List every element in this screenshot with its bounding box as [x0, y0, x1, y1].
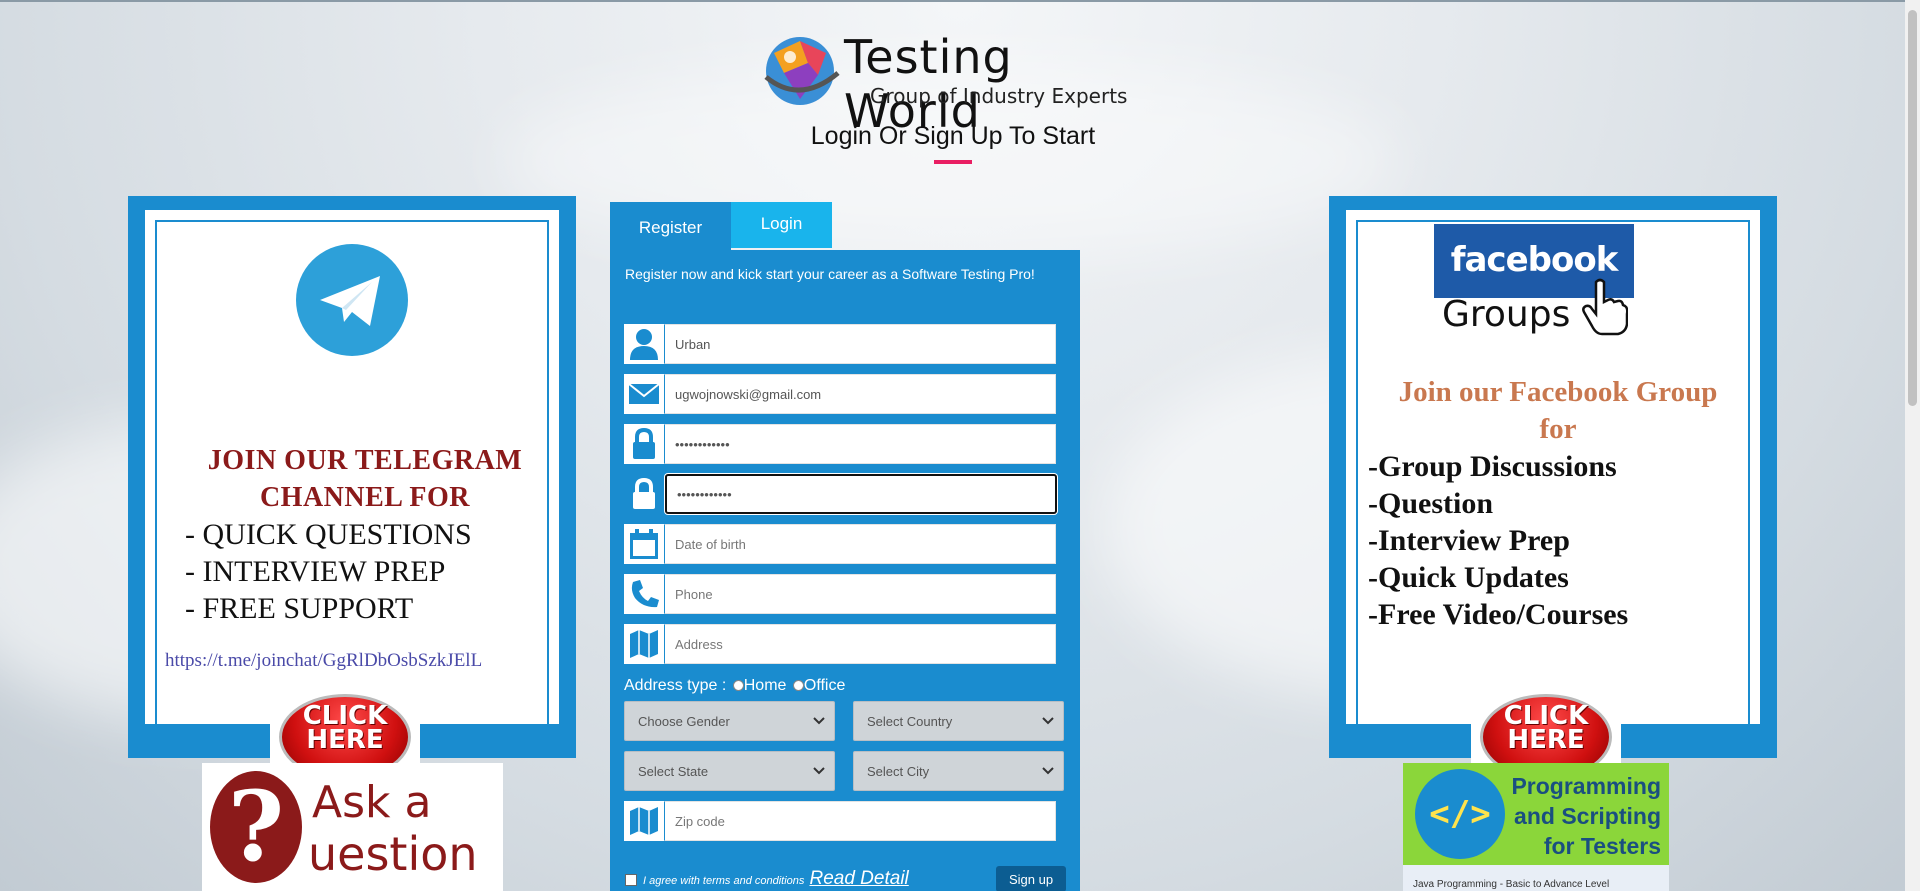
zip-field[interactable]: [664, 801, 1056, 841]
facebook-wordmark: facebook: [1450, 240, 1619, 280]
programming-bottom-text: Java Programming - Basic to Advance Leve…: [1403, 865, 1669, 891]
phone-field[interactable]: [664, 574, 1056, 614]
terms-row: I agree with terms and conditions Read D…: [625, 868, 909, 890]
address-type-label: Address type :: [624, 677, 727, 694]
zip-row: [624, 801, 1056, 841]
read-detail-link[interactable]: Read Detail: [809, 868, 908, 889]
gender-select[interactable]: Choose Gender: [624, 701, 835, 741]
top-border: [0, 0, 1920, 2]
telegram-item: - QUICK QUESTIONS: [185, 518, 472, 551]
radio-home[interactable]: [732, 680, 744, 691]
tab-login[interactable]: Login: [731, 202, 832, 248]
address-type: Address type : Home Office: [624, 677, 845, 695]
title-underline: [934, 160, 972, 164]
calendar-icon: [624, 524, 664, 564]
gender-select-value: Choose Gender: [638, 714, 730, 729]
radio-office-label: Office: [803, 677, 846, 694]
radio-office[interactable]: [792, 680, 804, 691]
city-select-value: Select City: [867, 764, 930, 779]
lock-icon: [624, 474, 664, 514]
telegram-item: - INTERVIEW PREP: [185, 555, 446, 588]
hand-pointer-icon: [1582, 278, 1628, 336]
telegram-panel[interactable]: JOIN OUR TELEGRAM CHANNEL FOR - QUICK QU…: [128, 196, 576, 780]
facebook-groups-label: Groups: [1442, 294, 1571, 335]
radio-home-label: Home: [743, 677, 787, 694]
state-select-value: Select State: [638, 764, 709, 779]
dob-row: [624, 524, 1056, 564]
city-select[interactable]: Select City: [853, 751, 1064, 791]
telegram-heading-2: CHANNEL FOR: [259, 482, 471, 513]
ask-line-2: uestion: [308, 827, 478, 881]
phone-icon: [624, 574, 664, 614]
map-icon: [624, 801, 664, 841]
ask-line-1: Ask a: [312, 777, 432, 828]
country-select[interactable]: Select Country: [853, 701, 1064, 741]
phone-row: [624, 574, 1056, 614]
terms-text: I agree with terms and conditions: [643, 875, 805, 887]
name-row: [624, 324, 1056, 364]
email-field[interactable]: [664, 374, 1056, 414]
password-row: [624, 424, 1056, 464]
programming-line-1: Programming: [1511, 773, 1661, 799]
brand-tagline: Group of Industry Experts: [870, 84, 1128, 108]
facebook-item: -Question: [1368, 487, 1494, 520]
scrollbar[interactable]: [1905, 0, 1920, 891]
user-icon: [624, 324, 664, 364]
telegram-link[interactable]: https://t.me/joinchat/GgRlDbOsbSzkJElL: [165, 650, 482, 672]
scrollbar-thumb[interactable]: [1908, 10, 1917, 406]
telegram-icon: [296, 244, 408, 356]
signup-button[interactable]: Sign up: [996, 866, 1066, 891]
question-mark-icon: ?: [210, 771, 302, 883]
telegram-heading-1: JOIN OUR TELEGRAM: [207, 445, 523, 476]
tab-register[interactable]: Register: [610, 202, 731, 254]
programming-banner[interactable]: </> Programming and Scripting for Tester…: [1403, 763, 1669, 891]
confirm-password-field[interactable]: [665, 474, 1057, 514]
code-icon: </>: [1415, 769, 1505, 859]
email-row: [624, 374, 1056, 414]
country-select-value: Select Country: [867, 714, 953, 729]
map-icon: [624, 624, 664, 664]
name-field[interactable]: [664, 324, 1056, 364]
chevron-down-icon: [813, 767, 825, 775]
dob-field[interactable]: [664, 524, 1056, 564]
lock-icon: [624, 424, 664, 464]
confirm-password-row: [624, 474, 1057, 514]
terms-checkbox[interactable]: [625, 874, 637, 886]
brand-logo[interactable]: Testing World Group of Industry Experts: [760, 30, 1160, 138]
chevron-down-icon: [1042, 717, 1054, 725]
address-field[interactable]: [664, 624, 1056, 664]
chevron-down-icon: [1042, 767, 1054, 775]
facebook-heading-1: Join our Facebook Group: [1398, 376, 1718, 408]
facebook-item: -Interview Prep: [1368, 524, 1570, 557]
facebook-click-here-button[interactable]: CLICK HERE: [1471, 688, 1621, 780]
globe-logo-icon: [764, 37, 840, 105]
chevron-down-icon: [813, 717, 825, 725]
password-field[interactable]: [664, 424, 1056, 464]
facebook-panel[interactable]: facebook Groups Join our Facebook Group …: [1329, 196, 1777, 780]
state-select[interactable]: Select State: [624, 751, 835, 791]
click-label: HERE: [306, 725, 384, 755]
facebook-item: -Group Discussions: [1368, 450, 1617, 483]
facebook-item: -Quick Updates: [1368, 561, 1569, 594]
telegram-item: - FREE SUPPORT: [185, 592, 414, 625]
click-label: HERE: [1507, 725, 1585, 755]
programming-line-2: and Scripting: [1514, 803, 1661, 829]
telegram-click-here-button[interactable]: CLICK HERE: [270, 688, 420, 780]
page-title: Login Or Sign Up To Start: [810, 122, 1096, 150]
ask-question-banner[interactable]: ? Ask a uestion: [202, 763, 503, 891]
address-row: [624, 624, 1056, 664]
register-form: Register now and kick start your career …: [610, 250, 1080, 891]
form-intro: Register now and kick start your career …: [625, 266, 1035, 282]
envelope-icon: [624, 374, 664, 414]
facebook-item: -Free Video/Courses: [1368, 598, 1629, 631]
facebook-heading-2: for: [1539, 413, 1577, 445]
programming-line-3: for Testers: [1543, 833, 1661, 859]
